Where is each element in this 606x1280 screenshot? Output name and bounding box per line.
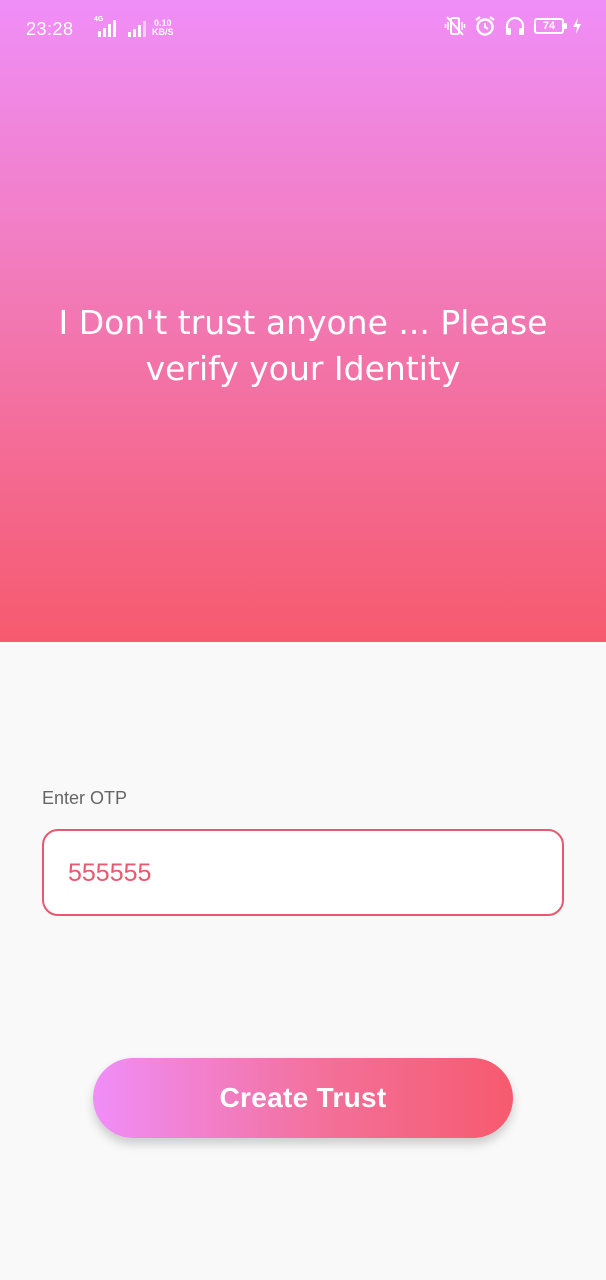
status-bar: 23:28 4G 0.10 KB/S 74 [0, 0, 606, 60]
network-speed: 0.10 KB/S [152, 19, 174, 37]
otp-input[interactable]: 555555 [42, 829, 564, 916]
headphones-icon [504, 15, 526, 37]
status-left-icons: 4G 0.10 KB/S [92, 16, 174, 37]
status-time: 23:28 [26, 19, 74, 39]
otp-label: Enter OTP [42, 788, 128, 808]
alarm-icon [474, 15, 496, 37]
page-title: I Don't trust anyone ... Please verify y… [58, 303, 548, 388]
charging-icon [572, 18, 582, 34]
vibrate-icon [444, 15, 466, 37]
otp-input-value: 555555 [68, 859, 152, 887]
signal-icon [122, 17, 146, 37]
create-trust-button[interactable]: Create Trust [93, 1058, 513, 1138]
network-speed-unit: KB/S [152, 27, 174, 37]
status-right-icons: 74 [444, 15, 582, 37]
signal-icon: 4G [92, 16, 116, 37]
battery-icon: 74 [534, 18, 567, 34]
header-banner: 23:28 4G 0.10 KB/S 74 I Don't trust anyo… [0, 0, 606, 642]
